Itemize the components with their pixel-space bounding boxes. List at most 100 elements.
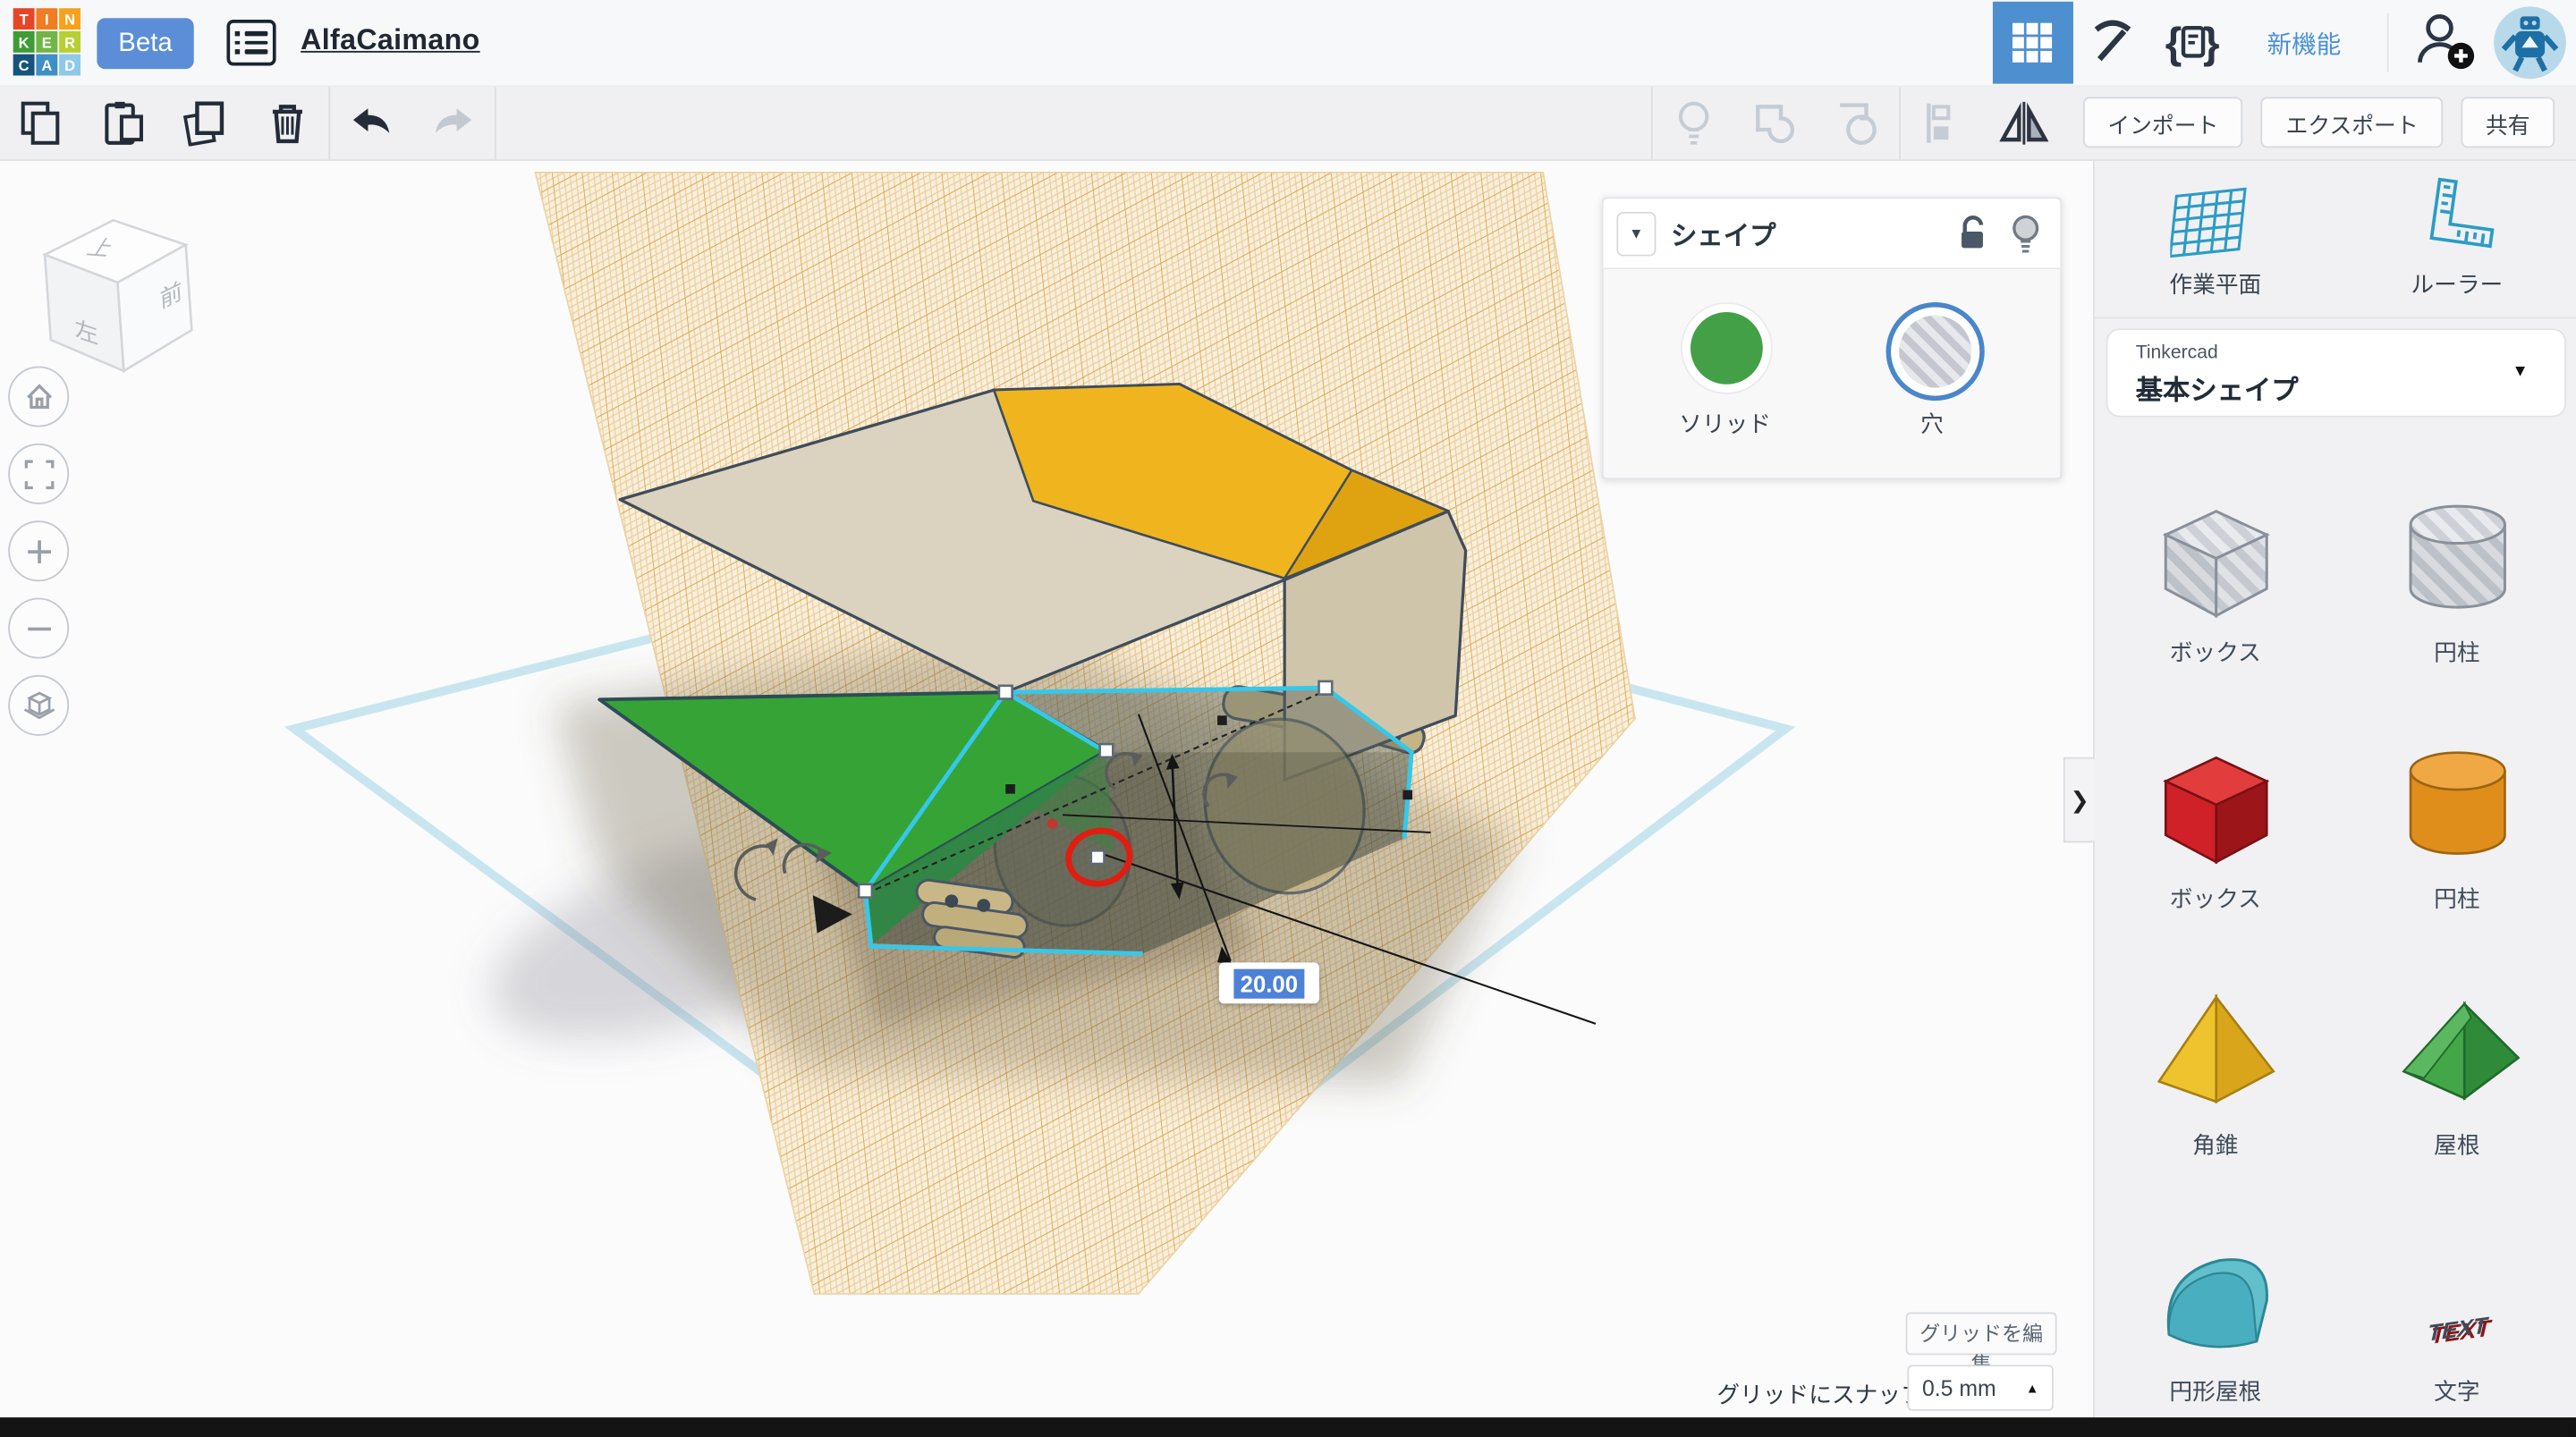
zoom-out-button[interactable] (8, 598, 69, 659)
logo-tile: K (13, 31, 35, 53)
logo-tile: E (36, 31, 57, 53)
shape-tile-box-hole[interactable]: ボックス (2095, 435, 2336, 682)
shape-tile-roof[interactable]: 屋根 (2336, 928, 2576, 1175)
shape-panel-header: ▼ シェイプ (1604, 199, 2061, 269)
ungroup-button[interactable] (1817, 86, 1899, 160)
shapes-sidebar: 作業平面 ルーラー Tinkercad 基本シェイプ ▼ (2093, 159, 2576, 1435)
library-name: 基本シェイプ (2136, 368, 2299, 407)
red-box-icon (2148, 738, 2284, 873)
shape-label: 文字 (2434, 1374, 2479, 1407)
grid-view-icon[interactable] (1993, 2, 2073, 84)
sidebar-collapse-chevron[interactable]: ❯ (2063, 757, 2095, 843)
undo-icon (347, 103, 396, 142)
redo-icon (428, 103, 478, 142)
delete-button[interactable] (247, 86, 329, 160)
library-brand: Tinkercad (2136, 343, 2218, 363)
user-avatar[interactable] (2494, 6, 2566, 79)
snap-to-grid-label: グリッドにスナップ (1716, 1378, 1923, 1411)
group-button[interactable] (1734, 86, 1817, 160)
sidebar-divider (2095, 317, 2576, 318)
logo-tile: N (59, 8, 80, 30)
view-cube[interactable]: 上 左 前 (36, 210, 200, 387)
yellow-pyramid-icon (2148, 984, 2284, 1119)
share-button[interactable]: 共有 (2461, 97, 2555, 148)
hole-swatch[interactable] (1886, 302, 1985, 401)
library-caret-icon: ▼ (2512, 363, 2529, 381)
hint-bulb-icon[interactable] (2011, 214, 2040, 253)
trash-icon (267, 99, 309, 145)
copy-icon (20, 99, 63, 145)
perspective-toggle-button[interactable] (8, 675, 69, 736)
snap-caret-icon: ▲ (2026, 1381, 2039, 1396)
panel-collapse-caret[interactable]: ▼ (1616, 211, 1656, 256)
solid-swatch[interactable] (1681, 302, 1773, 394)
home-view-button[interactable] (8, 367, 69, 427)
shape-tile-cylinder[interactable]: 円柱 (2336, 681, 2576, 928)
shape-tile-pyramid[interactable]: 角錐 (2095, 928, 2336, 1175)
design-menu-icon[interactable] (226, 20, 275, 65)
shape-panel-body: ソリッド 穴 (1604, 269, 2061, 478)
center-dot (1047, 818, 1057, 828)
design-title[interactable]: AlfaCaimano (301, 23, 480, 58)
import-button[interactable]: インポート (2083, 97, 2243, 148)
dimension-value[interactable]: 20.00 (1233, 968, 1304, 998)
beta-badge[interactable]: Beta (97, 18, 193, 69)
orange-cylinder-icon (2390, 738, 2525, 873)
toolbar-separator (495, 86, 496, 160)
text-shape-icon: TEXT (2427, 1312, 2487, 1346)
logo-tile: C (13, 55, 35, 76)
shape-label: 屋根 (2434, 1128, 2479, 1162)
dimension-input[interactable]: 20.00 (1219, 962, 1319, 1003)
duplicate-button[interactable] (165, 86, 247, 160)
add-user-glyph (2411, 5, 2477, 71)
export-button[interactable]: エクスポート (2261, 97, 2443, 148)
zoom-in-button[interactable] (8, 520, 69, 581)
shape-tile-round-roof[interactable]: 円形屋根 (2095, 1174, 2336, 1421)
shape-label: ボックス (2170, 882, 2261, 915)
unlock-icon[interactable] (1955, 214, 1991, 253)
paste-icon (102, 99, 145, 145)
shape-library-select[interactable]: Tinkercad 基本シェイプ ▼ (2106, 328, 2566, 417)
bulb-icon (1674, 97, 1713, 147)
mirror-icon (1999, 99, 2048, 145)
teal-round-roof-icon (2148, 1230, 2284, 1365)
shape-tile-box[interactable]: ボックス (2095, 681, 2336, 928)
copy-button[interactable] (0, 86, 82, 160)
undo-button[interactable] (330, 86, 412, 160)
logo-tile: A (36, 55, 57, 76)
hole-striped-circle (1897, 314, 1972, 389)
workplane-tool[interactable]: 作業平面 (2095, 159, 2336, 317)
whats-new-link[interactable]: 新機能 (2258, 24, 2351, 62)
shape-label: 円柱 (2434, 636, 2479, 669)
mirror-button[interactable] (1983, 86, 2065, 160)
hole-label: 穴 (1834, 408, 2030, 441)
codeblocks-icon[interactable]: { } (2154, 2, 2234, 84)
invite-user-icon[interactable] (2411, 5, 2477, 80)
edit-grid-button[interactable]: グリッドを編集 (1906, 1313, 2057, 1356)
view-nav-column (8, 367, 71, 736)
top-header-bar: TINKERCAD Beta AlfaCaimano { (0, 0, 2576, 87)
light-preview-button[interactable] (1653, 86, 1735, 160)
header-divider (2387, 13, 2389, 72)
group-icon (1751, 99, 1801, 145)
ruler-label: ルーラー (2411, 267, 2503, 300)
workplane-icon (2169, 176, 2261, 258)
shape-label: 角錐 (2192, 1128, 2238, 1162)
ruler-tool[interactable]: ルーラー (2336, 159, 2576, 317)
minecraft-pickaxe-icon[interactable] (2073, 2, 2154, 84)
redo-button[interactable] (412, 86, 495, 160)
paste-button[interactable] (82, 86, 165, 160)
edit-toolbar: インポート エクスポート 共有 (0, 86, 2576, 161)
fit-view-button[interactable] (8, 444, 69, 504)
shape-tile-cylinder-hole[interactable]: 円柱 (2336, 435, 2576, 682)
svg-text:}: } (2204, 20, 2221, 67)
tinkercad-logo[interactable]: TINKERCAD (13, 8, 80, 75)
green-roof-icon (2390, 984, 2525, 1119)
ruler-icon (2411, 176, 2503, 258)
pickaxe-glyph (2089, 18, 2138, 67)
logo-tile: R (59, 31, 80, 53)
snap-value-select[interactable]: 0.5 mm ▲ (1907, 1365, 2053, 1410)
robot-avatar-glyph (2497, 10, 2563, 75)
align-button[interactable] (1901, 86, 1983, 160)
shape-tile-text[interactable]: TEXT 文字 (2336, 1174, 2576, 1421)
